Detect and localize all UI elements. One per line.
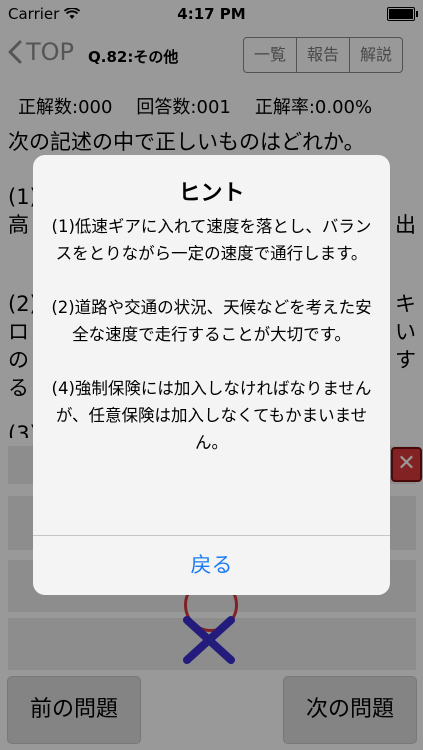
alert-title: ヒント <box>178 181 245 206</box>
back-alert-button[interactable]: 戻る <box>33 536 390 595</box>
alert-message: (1)低速ギアに入れて速度を落とし、バランスをとりながら一定の速度で通行します。… <box>51 217 372 452</box>
hint-alert: ヒント (1)低速ギアに入れて速度を落とし、バランスをとりながら一定の速度で通行… <box>33 155 390 595</box>
